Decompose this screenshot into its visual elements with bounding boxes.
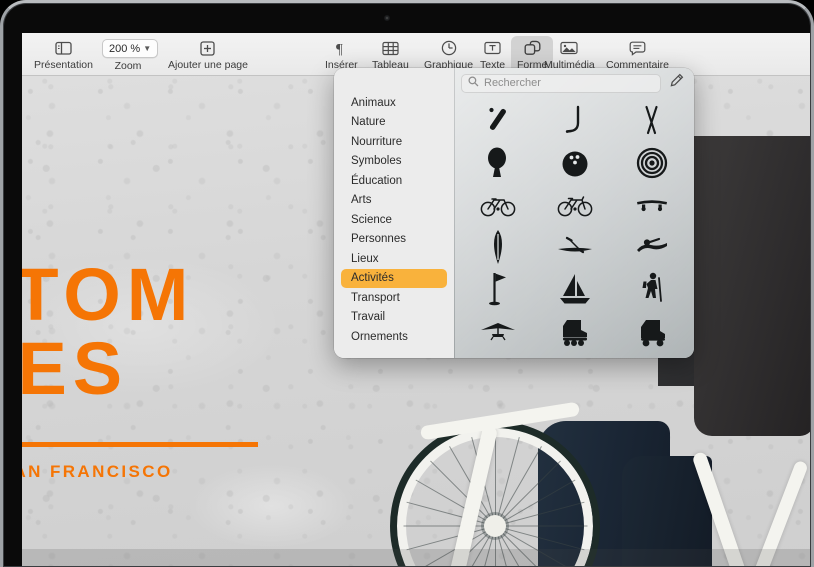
shape-sailboat-icon[interactable] (554, 269, 596, 309)
shape-golf-flag-icon[interactable] (477, 269, 519, 309)
shape-category-activites[interactable]: Activités (341, 268, 447, 288)
photo-bike-wheel (390, 421, 600, 567)
shape-search-placeholder: Rechercher (484, 77, 541, 89)
shape-search-input[interactable]: Rechercher (461, 73, 661, 93)
shape-bicycle-icon[interactable] (477, 185, 519, 225)
shapes-popover: Animaux Nature Nourriture Symboles Éduca… (334, 68, 694, 358)
pilcrow-icon: ¶ (335, 38, 348, 58)
photo-ground (22, 549, 814, 567)
shape-hiker-icon[interactable] (631, 269, 673, 309)
shape-category-nature[interactable]: Nature (341, 113, 447, 133)
shape-category-education[interactable]: Éducation (341, 171, 447, 191)
slide-headline-line1: STOM (22, 253, 195, 336)
shape-swimmer-icon[interactable] (631, 227, 673, 267)
slide-headline[interactable]: STOM KES (22, 258, 194, 406)
shape-category-arts[interactable]: Arts (341, 191, 447, 211)
photo-wheel-hub (484, 515, 506, 537)
photo-wheel-spokes (397, 428, 593, 567)
shape-category-lieux[interactable]: Lieux (341, 249, 447, 269)
svg-text:¶: ¶ (336, 42, 343, 57)
shape-bicycle-road-icon[interactable] (554, 185, 596, 225)
shape-category-symboles[interactable]: Symboles (341, 152, 447, 172)
shape-inline-skate-icon[interactable] (554, 311, 596, 351)
shape-search-bar: Rechercher (455, 68, 694, 98)
photo-jacket (694, 136, 814, 436)
toolbar-button-add-page[interactable]: Ajouter une page (162, 36, 254, 74)
chevron-down-icon: ▼ (143, 44, 152, 53)
shape-grid (455, 98, 694, 358)
shape-grid-panel: Rechercher (454, 68, 694, 358)
shape-category-animaux[interactable]: Animaux (341, 93, 447, 113)
text-box-icon (484, 38, 501, 58)
screenshot-root: STOM KES ES, SAN FRANCISCO Présentation … (0, 0, 814, 567)
shape-ping-pong-paddle-icon[interactable] (477, 143, 519, 183)
pages-app-window: STOM KES ES, SAN FRANCISCO Présentation … (22, 33, 814, 567)
toolbar-label-zoom: Zoom (114, 60, 142, 72)
toolbar-label-presentation: Présentation (34, 59, 93, 71)
search-icon (468, 74, 479, 92)
media-icon (560, 38, 578, 58)
pen-draw-icon (669, 73, 684, 93)
shape-skis-icon[interactable] (631, 101, 673, 141)
shape-category-nourriture[interactable]: Nourriture (341, 132, 447, 152)
shape-category-personnes[interactable]: Personnes (341, 230, 447, 250)
slide-headline-line2: KES (22, 327, 129, 410)
add-page-icon (200, 38, 216, 58)
shape-golf-club-icon[interactable] (554, 101, 596, 141)
shape-roller-skate-icon[interactable] (631, 311, 673, 351)
slide-divider-rule (22, 442, 258, 447)
shape-hang-glider-icon[interactable] (477, 311, 519, 351)
comment-icon (629, 38, 646, 58)
shape-surfboard-icon[interactable] (477, 227, 519, 267)
shape-kayak-icon[interactable] (554, 227, 596, 267)
shape-category-science[interactable]: Science (341, 210, 447, 230)
shape-cricket-bat-ball-icon[interactable] (477, 101, 519, 141)
slide-subline[interactable]: ES, SAN FRANCISCO (22, 462, 173, 482)
shape-category-travail[interactable]: Travail (341, 308, 447, 328)
draw-shape-button[interactable] (663, 71, 689, 95)
sidebar-view-icon (55, 38, 72, 58)
chart-icon (441, 38, 457, 58)
shape-category-ornements[interactable]: Ornements (341, 327, 447, 347)
table-icon (382, 38, 399, 58)
shape-bowling-ball-icon[interactable] (554, 143, 596, 183)
shape-category-transport[interactable]: Transport (341, 288, 447, 308)
shape-category-list: Animaux Nature Nourriture Symboles Éduca… (334, 68, 454, 358)
zoom-value: 200 % (109, 42, 141, 55)
shape-target-icon[interactable] (631, 143, 673, 183)
shape-skateboard-icon[interactable] (631, 185, 673, 225)
zoom-select[interactable]: 200 % ▼ (102, 39, 159, 58)
toolbar-button-presentation[interactable]: Présentation (28, 36, 99, 74)
toolbar-label-add-page: Ajouter une page (168, 59, 248, 71)
webcam-icon (384, 15, 390, 21)
